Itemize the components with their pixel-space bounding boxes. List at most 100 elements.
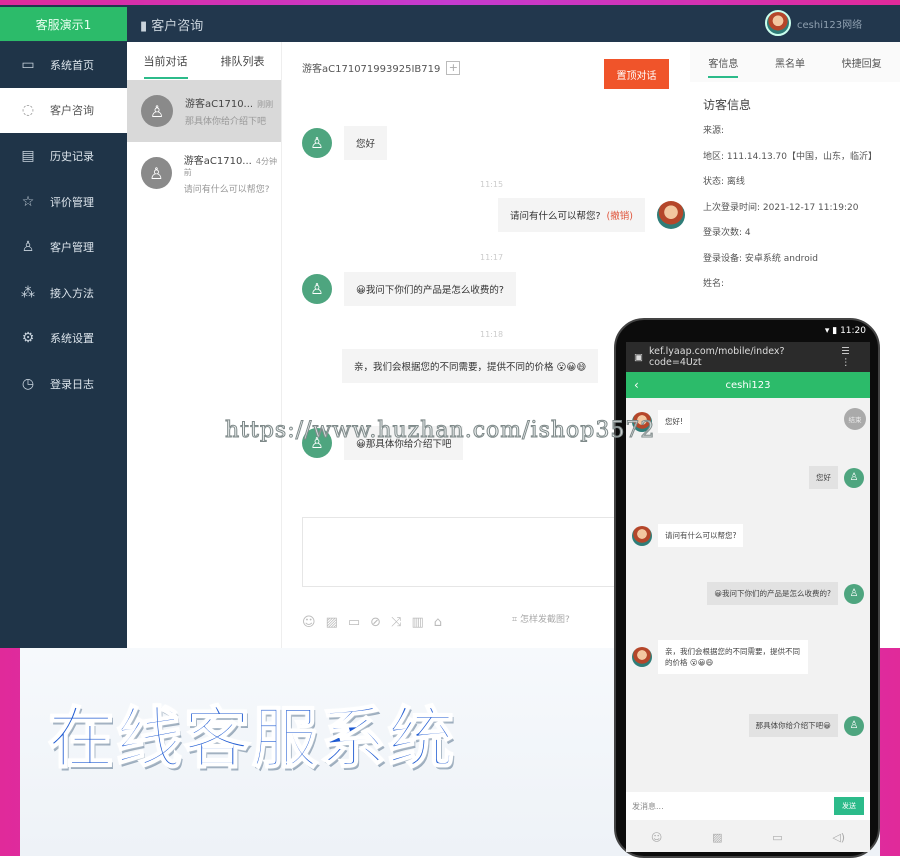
sidebar-item-consult[interactable]: ◌ 客户咨询 (0, 87, 127, 134)
bubble: 那具体你给介绍下吧😀 (748, 714, 838, 737)
sidebar-item-settings[interactable]: ⚙ 系统设置 (0, 316, 127, 362)
preview: 请问有什么可以帮您? (183, 184, 270, 195)
home-icon: ▭ (21, 56, 35, 73)
name: 游客aC1710... (185, 99, 254, 110)
name: 游客aC1710... (183, 155, 252, 167)
panel-title: 访客信息 (703, 98, 752, 112)
bubble: 亲，我们会根据您的不同需要，提供不同的价格 😮😀😄 (658, 640, 808, 674)
message: 那具体你给介绍下吧😀 ♙ (748, 714, 864, 737)
sidebar-item-reviews[interactable]: ☆ 评价管理 (0, 179, 127, 225)
menu-icon[interactable]: ☰ ⋮ (841, 346, 862, 368)
tab-quick-reply[interactable]: 快捷回复 (842, 55, 882, 70)
block-icon[interactable]: ⊘ (370, 615, 381, 630)
message-input[interactable] (302, 517, 622, 587)
document-icon[interactable]: ▥ (411, 615, 423, 630)
brand[interactable]: 客服演示1 (0, 7, 127, 41)
bubble: 请问有什么可以帮您? (658, 524, 744, 547)
tab-queue[interactable]: 排队列表 (221, 53, 265, 69)
watermark: https://www.huzhan.com/ishop3572 (224, 418, 656, 444)
screenshot-help-link[interactable]: ⌗ 怎样发截图? (512, 612, 570, 625)
user-icon: ♙ (141, 157, 172, 189)
home-icon[interactable]: ⌂ (434, 615, 442, 630)
puzzle-icon: ⁂ (21, 284, 35, 301)
recall-link[interactable]: (撤销) (607, 211, 633, 222)
user-icon: ♙ (141, 95, 173, 127)
message: ♙ 您好 (302, 126, 388, 160)
address-bar[interactable]: ▣ kef.lyaap.com/mobile/index?code=4Uzt ☰ ⋮ (626, 342, 870, 372)
transfer-icon[interactable]: ⤨ (391, 615, 401, 630)
message: 请问有什么可以帮您? (632, 524, 744, 547)
message: ♙ 😀我问下你们的产品是怎么收费的? (302, 272, 516, 306)
chat-icon: ◌ (21, 102, 35, 119)
plus-icon[interactable]: + (446, 60, 461, 75)
mobile-header: ‹ ceshi123 (626, 372, 870, 398)
user-name: ceshi123网络 (797, 19, 863, 31)
send-button[interactable]: 发送 (834, 797, 864, 815)
field-name: 姓名: (703, 279, 725, 289)
emoji-icon[interactable]: ☺ (651, 831, 662, 844)
sidebar-item-home[interactable]: ▭ 系统首页 (0, 42, 127, 88)
user-icon: ♙ (844, 467, 864, 488)
emoji-icon[interactable]: ☺ (302, 615, 316, 630)
star-icon: ☆ (21, 193, 35, 210)
mobile-screen: ▣ kef.lyaap.com/mobile/index?code=4Uzt ☰ ⋮… (626, 342, 870, 852)
list-item[interactable]: ♙ 游客aC1710... 刚刚 那具体你给介绍下吧 (127, 80, 281, 142)
label: 登录日志 (50, 377, 94, 391)
crop-icon: ⌗ (512, 615, 520, 625)
field-login-count: 登录次数: 4 (703, 228, 751, 238)
field-status: 状态: 离线 (703, 177, 745, 187)
tab-current[interactable]: 当前对话 (143, 53, 188, 79)
tab-blacklist[interactable]: 黑名单 (775, 55, 805, 70)
sidebar-item-integration[interactable]: ⁂ 接入方法 (0, 270, 127, 316)
field-last-login: 上次登录时间: 2021-12-17 11:19:20 (703, 202, 859, 213)
slogan: 在线客服系统 (47, 699, 456, 778)
mobile-title: ceshi123 (725, 379, 771, 391)
status-time: 11:20 (840, 326, 866, 336)
mobile-toolbar: ☺ ▨ ▭ ◁) (626, 822, 870, 852)
mobile-input-bar: 发消息... 发送 (626, 792, 870, 820)
label: 怎样发截图? (519, 615, 570, 625)
user-icon: ♙ (21, 239, 35, 256)
label: 客户管理 (50, 241, 94, 255)
mobile-phone: ▣ kef.lyaap.com/mobile/index?code=4Uzt ☰ ⋮… (614, 318, 880, 858)
speaker-icon[interactable]: ◁) (832, 831, 845, 844)
message: 您好 ♙ (809, 466, 864, 489)
label: 客户咨询 (50, 104, 94, 118)
end-chat-button[interactable]: 结束 (844, 408, 866, 430)
agent-avatar (632, 647, 652, 667)
mobile-input[interactable]: 发消息... (632, 801, 664, 812)
back-icon[interactable]: ‹ (634, 378, 639, 392)
sidebar-item-customers[interactable]: ♙ 客户管理 (0, 224, 127, 270)
image-icon[interactable]: ▨ (712, 831, 722, 844)
image-icon[interactable]: ▨ (326, 615, 338, 630)
user-icon: ♙ (844, 715, 864, 736)
user-menu[interactable]: ceshi123网络 (765, 10, 862, 36)
conversation-list: 当前对话 排队列表 ♙ 游客aC1710... 刚刚 那具体你给介绍下吧 ♙ 游客aC17… (127, 42, 282, 648)
avatar (765, 10, 791, 36)
label: 接入方法 (50, 286, 94, 300)
top-bar: 客服演示1 ▮ 客户咨询 ceshi123网络 (0, 5, 900, 42)
tab-visitor-info[interactable]: 客信息 (708, 55, 739, 78)
bubble: 请问有什么可以帮您? (撤销) (498, 198, 645, 232)
status-bar: ▾ ▮ 11:20 (824, 326, 866, 336)
timestamp: 11:18 (480, 330, 504, 339)
sidebar-item-login-log[interactable]: ◷ 登录日志 (0, 361, 127, 407)
label: 评价管理 (50, 195, 94, 209)
bubble: 您好! (658, 410, 691, 433)
breadcrumb-label: 客户咨询 (151, 19, 204, 34)
agent-avatar (632, 525, 652, 546)
field-device: 登录设备: 安卓系统 android (703, 253, 818, 264)
user-icon: ♙ (302, 128, 332, 158)
message: 请问有什么可以帮您? (撤销) (498, 198, 685, 232)
time: 刚刚 (257, 100, 274, 109)
sidebar-item-history[interactable]: ▤ 历史记录 (0, 133, 127, 179)
toolbar: ☺ ▨ ▭ ⊘ ⤨ ▥ ⌂ (302, 615, 442, 630)
end-chat-button[interactable]: 置顶对话 (604, 59, 669, 89)
message: 😀我问下你们的产品是怎么收费的? ♙ (707, 582, 864, 605)
list-item[interactable]: ♙ 游客aC1710... 4分钟前 请问有什么可以帮您? (127, 142, 281, 204)
folder-icon[interactable]: ▭ (348, 615, 360, 630)
text: 请问有什么可以帮您? (510, 211, 601, 222)
folder-icon[interactable]: ▭ (772, 831, 782, 844)
message: 亲，我们会根据您的不同需要，提供不同的价格 😮😀😄 (342, 349, 599, 383)
visitor-id: 游客aC171071993925IB719 (302, 64, 441, 75)
